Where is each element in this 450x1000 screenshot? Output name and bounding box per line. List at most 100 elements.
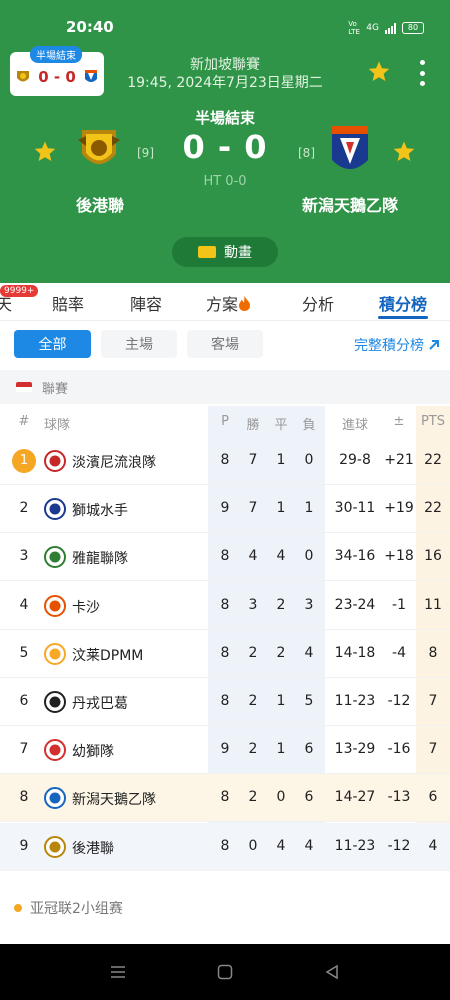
- home-icon[interactable]: [217, 964, 233, 980]
- tab-analysis[interactable]: 分析: [302, 291, 334, 315]
- row-goal-diff: -1: [392, 596, 406, 613]
- table-row[interactable]: 8 新潟天鵝乙隊 8 2 0 6 14-27 -13 6: [0, 774, 450, 823]
- row-goals: 23-24: [334, 596, 376, 613]
- match-status: 半場結束: [194, 109, 255, 127]
- full-table-link[interactable]: 完整積分榜: [354, 335, 440, 355]
- tab-lineup[interactable]: 陣容: [130, 291, 162, 315]
- row-team-name: 卡沙: [72, 599, 100, 616]
- tab-tips[interactable]: 方案: [206, 291, 251, 315]
- row-played: 8: [220, 693, 230, 709]
- row-points: 4: [428, 837, 438, 854]
- row-goal-diff: -13: [387, 789, 411, 806]
- row-points: 8: [428, 644, 438, 661]
- row-goals: 13-29: [334, 741, 376, 758]
- row-rank: 4: [19, 596, 29, 613]
- section-title: 聯賽: [42, 381, 69, 397]
- more-menu-icon[interactable]: [414, 60, 430, 86]
- favorite-star-icon[interactable]: [367, 60, 391, 84]
- row-team-name: 獅城水手: [72, 503, 128, 520]
- header-losses: 負: [302, 418, 316, 433]
- row-losses: 4: [304, 644, 314, 661]
- next-competition-section[interactable]: 亚冠联2小组赛: [0, 888, 450, 928]
- table-row[interactable]: 9 後港聯 8 0 4 4 11-23 -12 4: [0, 822, 450, 871]
- row-team-name: 新潟天鵝乙隊: [72, 792, 156, 809]
- table-row[interactable]: 3 雅龍聯隊 8 4 4 0 34-16 +18 16: [0, 533, 450, 582]
- row-goals: 14-18: [334, 644, 376, 661]
- row-draws: 1: [276, 693, 286, 709]
- match-score: 0 - 0: [182, 128, 268, 166]
- filter-all-button[interactable]: 全部: [14, 330, 91, 358]
- recent-apps-icon[interactable]: [110, 964, 126, 980]
- row-points: 11: [424, 596, 442, 613]
- row-losses: 0: [304, 548, 314, 565]
- row-draws: 1: [276, 741, 286, 758]
- row-rank: 5: [19, 644, 29, 661]
- row-goal-diff: +19: [384, 500, 414, 517]
- row-losses: 0: [304, 452, 314, 468]
- away-follow-star-icon[interactable]: [392, 140, 416, 164]
- row-team-name: 丹戎巴葛: [72, 696, 128, 712]
- row-losses: 5: [304, 693, 314, 709]
- row-rank: 2: [19, 500, 29, 517]
- team-crest-icon: [44, 787, 66, 810]
- away-team-crest-icon[interactable]: [330, 124, 370, 178]
- row-rank: 9: [19, 837, 29, 854]
- row-team-name: 雅龍聯隊: [72, 551, 128, 568]
- team-crest-icon: [44, 498, 66, 521]
- back-icon[interactable]: [324, 964, 340, 980]
- team-crest-icon: [44, 594, 66, 617]
- row-goal-diff: +18: [384, 548, 414, 565]
- animation-button[interactable]: 動畫: [172, 237, 278, 267]
- row-played: 8: [220, 548, 230, 565]
- fire-icon: [239, 296, 251, 311]
- table-row[interactable]: 6 丹戎巴葛 8 2 1 5 11-23 -12 7: [0, 678, 450, 726]
- row-losses: 3: [304, 596, 314, 613]
- full-table-label: 完整積分榜: [354, 338, 424, 354]
- row-team-name: 汶莱DPMM: [72, 647, 144, 664]
- tab-standings[interactable]: 積分榜: [379, 291, 427, 315]
- signal-icon: [385, 22, 396, 34]
- league-section-header: 聯賽: [0, 370, 450, 404]
- row-played: 8: [220, 837, 230, 854]
- network-type-label: 4G: [366, 23, 379, 33]
- row-goal-diff: -12: [387, 693, 411, 709]
- row-points: 16: [424, 548, 442, 565]
- row-losses: 1: [304, 500, 314, 517]
- filter-away-button[interactable]: 客場: [187, 330, 263, 358]
- row-draws: 2: [276, 596, 286, 613]
- row-played: 8: [220, 452, 230, 468]
- row-goal-diff: -4: [392, 644, 406, 661]
- row-points: 22: [424, 500, 442, 517]
- home-team-name[interactable]: 後港聯: [40, 192, 160, 216]
- table-row[interactable]: 7 幼獅隊 9 2 1 6 13-29 -16 7: [0, 726, 450, 775]
- away-team-rank: [8]: [298, 146, 315, 160]
- pitch-icon: [198, 246, 216, 258]
- rank-medal: 1: [12, 449, 36, 473]
- row-draws: 2: [276, 644, 286, 661]
- row-goals: 11-23: [334, 837, 376, 854]
- row-wins: 4: [248, 548, 258, 565]
- home-follow-star-icon[interactable]: [33, 140, 57, 164]
- row-points: 6: [428, 789, 438, 806]
- table-row[interactable]: 1 淡濱尼流浪隊 8 7 1 0 29-8 +21 22: [0, 437, 450, 485]
- battery-icon: 80: [402, 22, 424, 34]
- home-team-crest-icon[interactable]: [76, 126, 122, 174]
- status-time: 20:40: [66, 18, 114, 36]
- row-draws: 4: [276, 837, 286, 854]
- table-row[interactable]: 4 卡沙 8 3 2 3 23-24 -1 11: [0, 582, 450, 630]
- table-row[interactable]: 2 獅城水手 9 7 1 1 30-11 +19 22: [0, 485, 450, 534]
- row-goals: 11-23: [334, 693, 376, 709]
- row-draws: 1: [276, 452, 286, 468]
- row-team-name: 淡濱尼流浪隊: [72, 455, 156, 471]
- tab-odds[interactable]: 賠率: [52, 291, 84, 315]
- tab-count-badge: 9999+: [0, 285, 39, 297]
- table-row[interactable]: 5 汶莱DPMM 8 2 2 4 14-18 -4 8: [0, 630, 450, 678]
- row-goal-diff: -12: [387, 837, 411, 854]
- row-points: 7: [428, 693, 438, 709]
- filter-row: 全部 主場 客場 完整積分榜: [0, 321, 450, 367]
- filter-home-button[interactable]: 主場: [101, 330, 177, 358]
- halftime-score: HT 0-0: [203, 174, 247, 189]
- header-points: PTS: [420, 414, 446, 429]
- row-wins: 2: [248, 789, 258, 806]
- away-team-name[interactable]: 新潟天鵝乙隊: [290, 192, 410, 216]
